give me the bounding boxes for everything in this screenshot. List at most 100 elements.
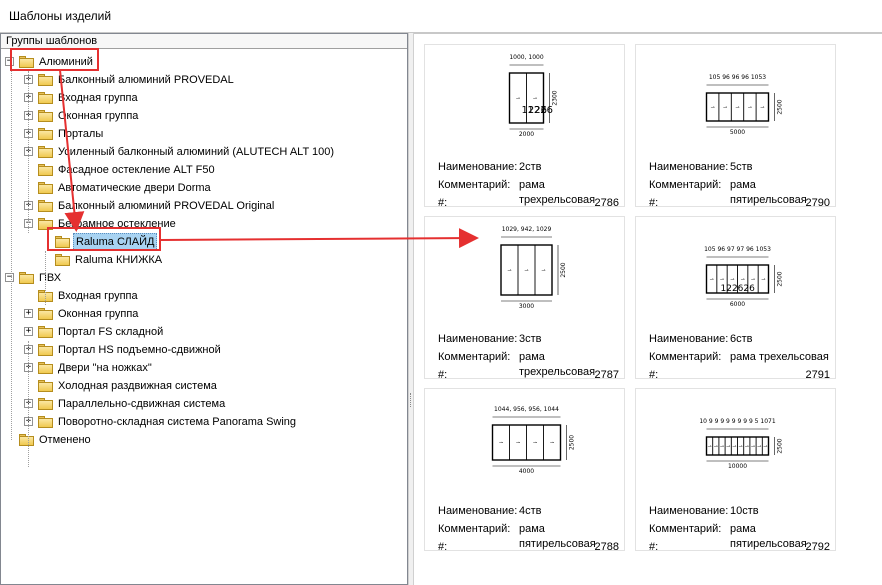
templates-grid: 1000, 1000 ⇀ ⇀ 2300 2000 1226 1226 Наименование…: [414, 33, 882, 585]
template-drawing: 1044, 956, 956, 1044 ⇀ ⇀ ⇀ ⇀ 2500 4000: [425, 389, 624, 497]
template-drawing: 1000, 1000 ⇀ ⇀ 2300 2000 1226 1226: [425, 45, 624, 153]
folder-icon: [38, 74, 53, 86]
template-name-row: Наименование: 3ств: [425, 332, 624, 347]
tree-guide-line: [45, 251, 46, 305]
template-card[interactable]: 1044, 956, 956, 1044 ⇀ ⇀ ⇀ ⇀ 2500 4000 Наименов…: [424, 388, 625, 553]
expand-icon[interactable]: +: [24, 327, 33, 336]
tree-item-label: Входная группа: [58, 290, 138, 302]
height-dimension: 2300: [552, 90, 559, 105]
template-id-value: 2792: [805, 541, 830, 553]
template-name-row: Наименование: 2ств: [425, 160, 624, 175]
template-id-row: #: 2787: [425, 368, 624, 383]
svg-text:⇀: ⇀: [507, 268, 511, 274]
template-card[interactable]: 1000, 1000 ⇀ ⇀ 2300 2000 1226 1226 Наименование…: [424, 44, 625, 209]
template-name-key: Наименование:: [438, 161, 518, 173]
template-name-row: Наименование: 6ств: [636, 332, 835, 347]
template-id-row: #: 2790: [636, 196, 835, 211]
folder-icon: [19, 272, 34, 284]
folder-icon: [38, 380, 53, 392]
folder-icon: [38, 92, 53, 104]
width-dimension: 2000: [519, 131, 534, 138]
svg-text:⇀: ⇀: [726, 444, 730, 450]
template-id-key: #:: [438, 369, 448, 381]
width-dimension: 3000: [519, 303, 534, 310]
template-name-value: 10ств: [730, 505, 759, 517]
window-title: Шаблоны изделий: [0, 0, 882, 33]
svg-text:⇀: ⇀: [533, 96, 537, 102]
folder-icon: [38, 398, 53, 410]
template-id-value: 2787: [594, 369, 619, 381]
template-card[interactable]: 10 9 9 9 9 9 9 9 9 5 1071 ⇀ ⇀ ⇀ ⇀ ⇀ ⇀ ⇀ ⇀ ⇀ ⇀ 2500 1…: [635, 388, 836, 553]
template-drawing: 10 9 9 9 9 9 9 9 9 5 1071 ⇀ ⇀ ⇀ ⇀ ⇀ ⇀ ⇀ ⇀ ⇀ ⇀ 2500 1…: [636, 389, 835, 497]
width-dimension: 6000: [730, 301, 745, 308]
folder-icon: [38, 164, 53, 176]
height-dimension: 2500: [777, 271, 784, 286]
template-id-value: 2791: [805, 369, 830, 381]
expand-icon[interactable]: +: [24, 309, 33, 318]
svg-text:⇀: ⇀: [533, 441, 537, 447]
collapse-icon[interactable]: −: [5, 57, 14, 66]
template-id-row: #: 2791: [636, 368, 835, 383]
tree-guide-line: [28, 71, 29, 233]
folder-icon: [38, 182, 53, 194]
tree-item-label: Алюминий: [39, 56, 93, 68]
template-id-key: #:: [649, 369, 659, 381]
template-drawing: 105 96 96 96 1053 ⇀ ⇀ ⇀ ⇀ ⇀ 2500 5000: [636, 45, 835, 153]
template-card[interactable]: 1029, 942, 1029 ⇀ ⇀ ⇀ 2500 3000 Наименование: 3…: [424, 216, 625, 381]
template-comment-row: Комментарий: рама трехельсовая: [636, 350, 835, 365]
height-dimension: 2500: [777, 438, 784, 453]
splitter-grip[interactable]: [410, 393, 412, 407]
template-comment-row: Комментарий: рама пятирельсовая: [425, 522, 624, 550]
svg-text:⇀: ⇀: [761, 277, 765, 283]
template-id-key: #:: [649, 197, 659, 209]
template-comment-row: Комментарий: рама трехрельсовая: [425, 350, 624, 378]
template-comment-key: Комментарий:: [649, 351, 722, 363]
template-comment-row: Комментарий: рама пятирельсовая: [636, 178, 835, 206]
template-card[interactable]: 105 96 97 97 96 1053 ⇀ ⇀ ⇀ ⇀ ⇀ ⇀ 2500 6000 122626…: [635, 216, 836, 381]
template-id-key: #:: [649, 541, 659, 553]
svg-text:⇀: ⇀: [710, 277, 714, 283]
template-name-value: 5ств: [730, 161, 753, 173]
template-groups-panel: Группы шаблонов − Алюминий + Балконный алюм…: [0, 33, 408, 585]
width-dimension: 4000: [519, 468, 534, 475]
template-comment-key: Комментарий:: [438, 523, 511, 535]
svg-text:⇀: ⇀: [711, 105, 715, 111]
top-dimension: 105 96 96 96 1053: [709, 74, 766, 81]
svg-text:⇀: ⇀: [707, 444, 711, 450]
folder-icon: [19, 434, 34, 446]
folder-icon: [38, 110, 53, 122]
template-comment-key: Комментарий:: [649, 179, 722, 191]
tree-item-label: Холодная раздвижная система: [58, 380, 217, 392]
template-name-key: Наименование:: [649, 505, 729, 517]
svg-text:⇀: ⇀: [751, 277, 755, 283]
folder-icon: [38, 128, 53, 140]
panel-header: Группы шаблонов: [1, 34, 407, 49]
svg-text:⇀: ⇀: [741, 277, 745, 283]
tree-guide-line: [28, 341, 29, 467]
folder-icon: [38, 200, 53, 212]
top-dimension: 1029, 942, 1029: [502, 226, 552, 233]
tree-item-label: Фасадное остекление ALT F50: [58, 164, 215, 176]
folder-icon: [38, 362, 53, 374]
svg-text:⇀: ⇀: [735, 105, 739, 111]
template-name-key: Наименование:: [438, 333, 518, 345]
template-card[interactable]: 105 96 96 96 1053 ⇀ ⇀ ⇀ ⇀ ⇀ 2500 5000 Наименован…: [635, 44, 836, 209]
svg-text:⇀: ⇀: [730, 277, 734, 283]
template-name-row: Наименование: 5ств: [636, 160, 835, 175]
template-tree: − Алюминий + Балконный алюминий PROVEDAL + Вх…: [1, 50, 407, 584]
template-drawing: 1029, 942, 1029 ⇀ ⇀ ⇀ 2500 3000: [425, 217, 624, 325]
template-id-row: #: 2786: [425, 196, 624, 211]
folder-icon: [38, 326, 53, 338]
template-comment-key: Комментарий:: [649, 523, 722, 535]
height-dimension: 2500: [777, 99, 784, 114]
tree-item-label: Усиленный балконный алюминий (ALUTECH AL…: [58, 146, 335, 158]
tree-item-label: Входная группа: [58, 92, 138, 104]
tree-item-label: Поворотно-складная система Panorama Swin…: [58, 416, 297, 428]
collapse-icon[interactable]: −: [5, 273, 14, 282]
template-name-key: Наименование:: [649, 333, 729, 345]
template-name-value: 4ств: [519, 505, 542, 517]
folder-icon: [38, 218, 53, 230]
top-dimension: 10 9 9 9 9 9 9 9 9 5 1071: [699, 418, 776, 425]
svg-text:⇀: ⇀: [745, 444, 749, 450]
template-comment-value: рама трехельсовая: [730, 351, 829, 363]
